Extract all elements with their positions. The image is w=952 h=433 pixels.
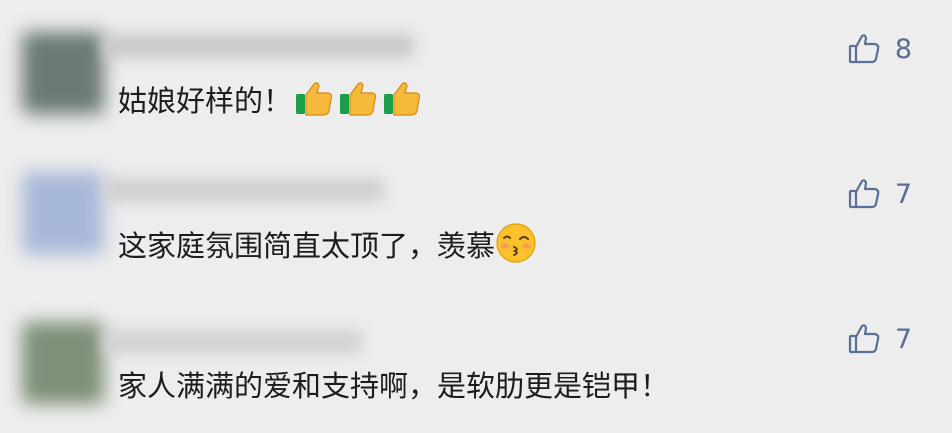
comment-text-content: 家人满满的爱和支持啊，是软肋更是铠甲！ <box>118 369 670 403</box>
comment-text: 这家庭氛围简直太顶了，羡慕 <box>118 222 537 274</box>
like-button[interactable]: 8 <box>847 32 912 66</box>
comment-text: 姑娘好样的！ <box>118 78 424 128</box>
like-icon <box>847 322 881 356</box>
commenter-name[interactable] <box>104 178 384 202</box>
thumbs-up-icon <box>336 78 380 128</box>
comment-text: 家人满满的爱和支持啊，是软肋更是铠甲！ <box>118 366 669 406</box>
avatar[interactable] <box>22 32 104 114</box>
like-button[interactable]: 7 <box>847 177 912 211</box>
thumbs-up-icon <box>380 78 424 128</box>
like-count: 7 <box>894 323 912 355</box>
commenter-name[interactable] <box>104 34 414 58</box>
like-icon <box>847 32 881 66</box>
like-icon <box>847 177 881 211</box>
comment-text-content: 姑娘好样的！ <box>118 84 293 118</box>
commenter-name[interactable] <box>104 330 362 354</box>
like-button[interactable]: 7 <box>847 322 912 356</box>
like-count: 8 <box>894 33 912 65</box>
like-count: 7 <box>894 178 912 210</box>
comment-text-content: 这家庭氛围简直太顶了，羡慕 <box>118 229 496 263</box>
thumbs-up-icon <box>292 78 336 128</box>
kissing-face-icon <box>495 222 537 274</box>
avatar[interactable] <box>22 322 104 404</box>
avatar[interactable] <box>22 172 104 254</box>
